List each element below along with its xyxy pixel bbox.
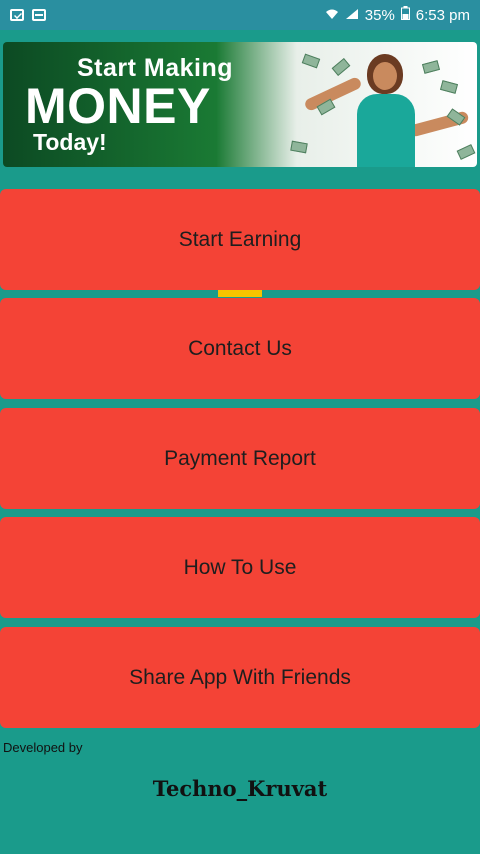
battery-icon <box>400 6 410 24</box>
battery-percent: 35% <box>364 6 395 24</box>
share-app-button[interactable]: Share App With Friends <box>0 627 480 728</box>
status-left <box>10 9 46 21</box>
status-bar: 35% 6:53 pm <box>0 0 480 30</box>
status-right: 35% 6:53 pm <box>325 6 470 24</box>
status-time: 6:53 pm <box>415 6 470 24</box>
woman-illustration <box>303 48 470 167</box>
how-to-use-button[interactable]: How To Use <box>0 517 480 618</box>
developer-name: Techno_Kruvat <box>152 776 328 801</box>
promo-banner: Start Making MONEY Today! <box>3 42 477 167</box>
banner-text: Start Making MONEY Today! <box>25 54 233 156</box>
calendar-icon <box>32 9 46 21</box>
payment-report-button[interactable]: Payment Report <box>0 408 480 509</box>
developed-by-label: Developed by <box>3 740 83 755</box>
wifi-icon <box>325 7 339 24</box>
accent-strip <box>218 290 262 297</box>
banner-line-2: MONEY <box>25 78 211 134</box>
signal-icon <box>345 7 359 24</box>
mail-icon <box>10 9 24 21</box>
start-earning-button[interactable]: Start Earning <box>0 189 480 290</box>
contact-us-button[interactable]: Contact Us <box>0 298 480 399</box>
